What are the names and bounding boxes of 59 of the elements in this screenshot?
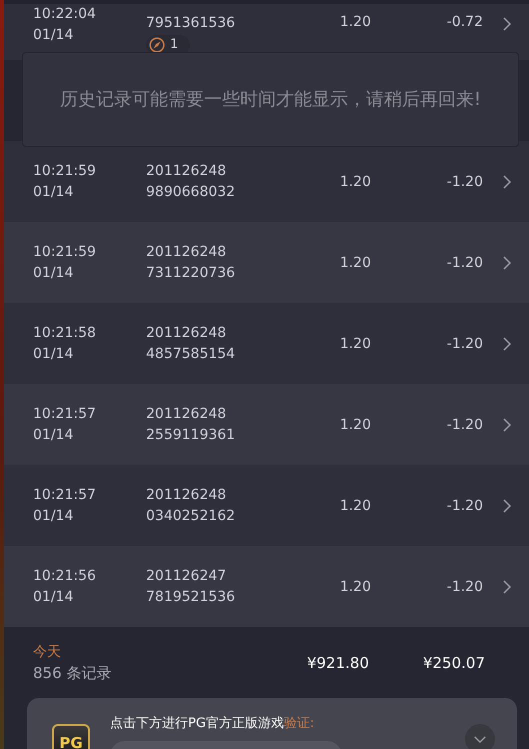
profit-amount: -1.20 bbox=[446, 416, 483, 432]
time-text: 10:22:04 bbox=[33, 5, 97, 24]
round-id: 7951361536 bbox=[146, 14, 236, 33]
time-text: 10:21:57 bbox=[33, 404, 97, 424]
profit-amount: -1.20 bbox=[446, 498, 483, 514]
time-text: 10:21:57 bbox=[33, 486, 97, 504]
round-id: 7311220736 bbox=[146, 264, 236, 282]
profit-amount: -1.20 bbox=[446, 578, 483, 594]
profit-amount: -1.20 bbox=[446, 174, 483, 190]
date-text: 01/14 bbox=[33, 182, 74, 202]
history-toast: 历史记录可能需要一些时间才能显示，请稍后再回来! bbox=[22, 52, 519, 147]
shield-logo: PG bbox=[52, 724, 90, 749]
date-text: 01/14 bbox=[33, 264, 74, 282]
round-id: 201126248 bbox=[146, 486, 226, 504]
chevron-right-icon[interactable] bbox=[502, 578, 512, 594]
total-bet: ¥921.80 bbox=[306, 654, 369, 672]
round-id: 4857585154 bbox=[146, 344, 236, 364]
bet-amount: 1.20 bbox=[338, 336, 371, 352]
time-text: 10:21:59 bbox=[33, 162, 97, 180]
bet-amount: 1.20 bbox=[338, 13, 371, 30]
bet-amount: 1.20 bbox=[338, 254, 371, 270]
round-id: 9890668032 bbox=[146, 182, 236, 202]
bet-amount: 1.20 bbox=[338, 498, 371, 514]
bet-amount: 1.20 bbox=[338, 416, 371, 432]
profit-amount: -1.20 bbox=[446, 254, 483, 270]
chevron-right-icon[interactable] bbox=[502, 336, 512, 352]
time-text: 10:21:59 bbox=[33, 242, 97, 262]
round-id: 201126248 bbox=[146, 162, 226, 180]
round-id: 7819521536 bbox=[146, 588, 236, 606]
verify-label: 验证: bbox=[284, 716, 314, 731]
chevron-right-icon[interactable] bbox=[502, 16, 512, 32]
round-id: 201126248 bbox=[146, 404, 226, 424]
chevron-right-icon[interactable] bbox=[502, 254, 512, 270]
bet-amount: 1.20 bbox=[338, 578, 371, 594]
date-text: 01/14 bbox=[33, 344, 74, 364]
round-id: 0340252162 bbox=[146, 506, 236, 526]
date-text: 01/14 bbox=[33, 26, 74, 45]
date-text: 01/14 bbox=[33, 588, 74, 606]
round-id: 201126248 bbox=[146, 324, 226, 342]
expand-button[interactable] bbox=[465, 724, 495, 749]
round-id: 201126248 bbox=[146, 242, 226, 262]
compass-icon bbox=[149, 37, 165, 53]
chevron-right-icon[interactable] bbox=[502, 416, 512, 432]
verify-text: 点击下方进行PG官方正版游戏 bbox=[110, 716, 284, 731]
profit-amount: -1.20 bbox=[446, 336, 483, 352]
bet-amount: 1.20 bbox=[338, 174, 371, 190]
round-id: 2559119361 bbox=[146, 426, 236, 444]
chevron-right-icon[interactable] bbox=[502, 174, 512, 190]
time-text: 10:21:56 bbox=[33, 566, 97, 586]
record-count: 856 条记录 bbox=[33, 662, 112, 684]
date-text: 01/14 bbox=[33, 426, 74, 444]
round-id: 201126247 bbox=[146, 566, 226, 586]
profit-amount: -0.72 bbox=[446, 13, 483, 30]
period-label: 今天 bbox=[33, 642, 62, 662]
time-text: 10:21:58 bbox=[33, 324, 97, 342]
total-profit: ¥250.07 bbox=[422, 654, 485, 672]
date-text: 01/14 bbox=[33, 506, 74, 526]
chevron-down-icon bbox=[473, 734, 487, 744]
chevron-right-icon[interactable] bbox=[502, 498, 512, 514]
